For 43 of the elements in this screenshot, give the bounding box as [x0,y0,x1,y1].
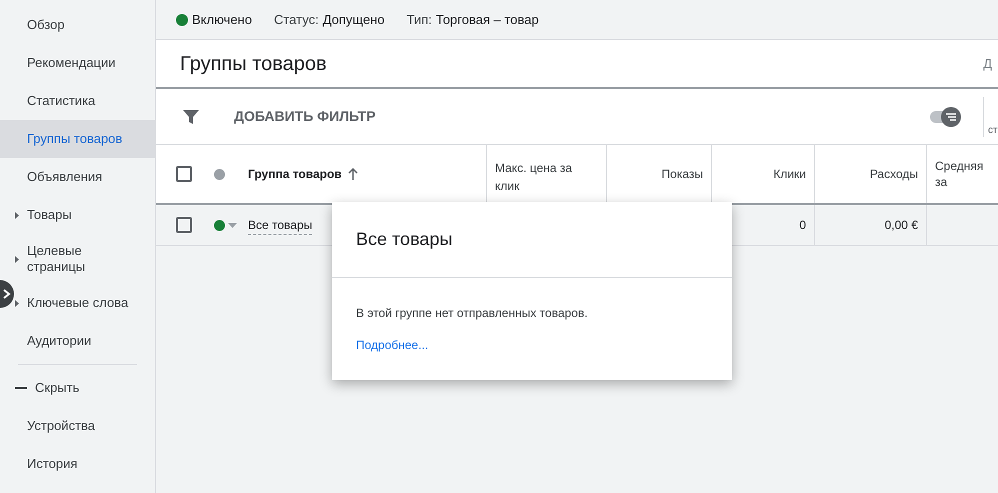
toolbar-label: ст [988,124,998,138]
checkbox[interactable] [176,217,192,233]
column-header[interactable]: Макс. цена за клик [495,159,598,203]
sidebar-item[interactable]: История [15,445,155,483]
sidebar-item[interactable]: Целевые страницы [15,234,155,284]
table-cell-text: 0,00 € [884,217,918,234]
column-header[interactable]: Средняя за [935,158,998,190]
type-value: Торговая – товар [436,10,539,29]
sidebar-item[interactable]: Обзор [15,6,155,44]
filter-lines-icon [945,112,957,122]
campaign-state: Включено [192,10,252,29]
sidebar-item[interactable]: Объявления [15,158,155,196]
sidebar-item[interactable]: Товары [15,196,155,234]
status-label: Статус: [274,10,319,29]
checkbox[interactable] [176,166,192,182]
sidebar-item[interactable]: Устройства [15,407,155,445]
sidebar-item[interactable]: Статистика [15,82,155,120]
sidebar-item[interactable]: Рекомендации [15,44,155,82]
title-right-text: Д [983,54,992,73]
chevron-right-icon [3,289,11,299]
table-cell-text: 0 [799,217,806,234]
expand-arrow-icon [15,300,19,306]
status-value: Допущено [322,10,385,29]
column-header[interactable]: Клики [773,165,806,183]
filter-icon[interactable] [182,108,200,126]
column-header[interactable]: Показы [662,165,703,183]
page-title: Группы товаров [180,52,327,76]
sort-ascending-icon[interactable] [348,168,358,180]
sidebar-item[interactable]: Группы товаров [0,120,155,158]
add-filter-button[interactable]: ДОБАВИТЬ ФИЛЬТР [234,106,376,127]
expand-arrow-icon [15,256,19,262]
sidebar-item[interactable]: Ключевые слова [15,284,155,322]
popup-message: В этой группе нет отправленных товаров. [356,305,588,322]
column-header[interactable]: Расходы [870,165,918,183]
product-group-link[interactable]: Все товары [248,216,312,234]
type-label: Тип: [406,10,432,29]
sidebar-item[interactable]: Аудитории [15,322,155,360]
popup-title: Все товары [356,228,452,251]
expand-arrow-icon [15,212,19,218]
learn-more-link[interactable]: Подробнее... [356,336,428,354]
sidebar-item[interactable]: Скрыть [15,369,155,407]
minus-icon [15,387,27,389]
column-header[interactable]: Группа товаров [248,165,342,183]
